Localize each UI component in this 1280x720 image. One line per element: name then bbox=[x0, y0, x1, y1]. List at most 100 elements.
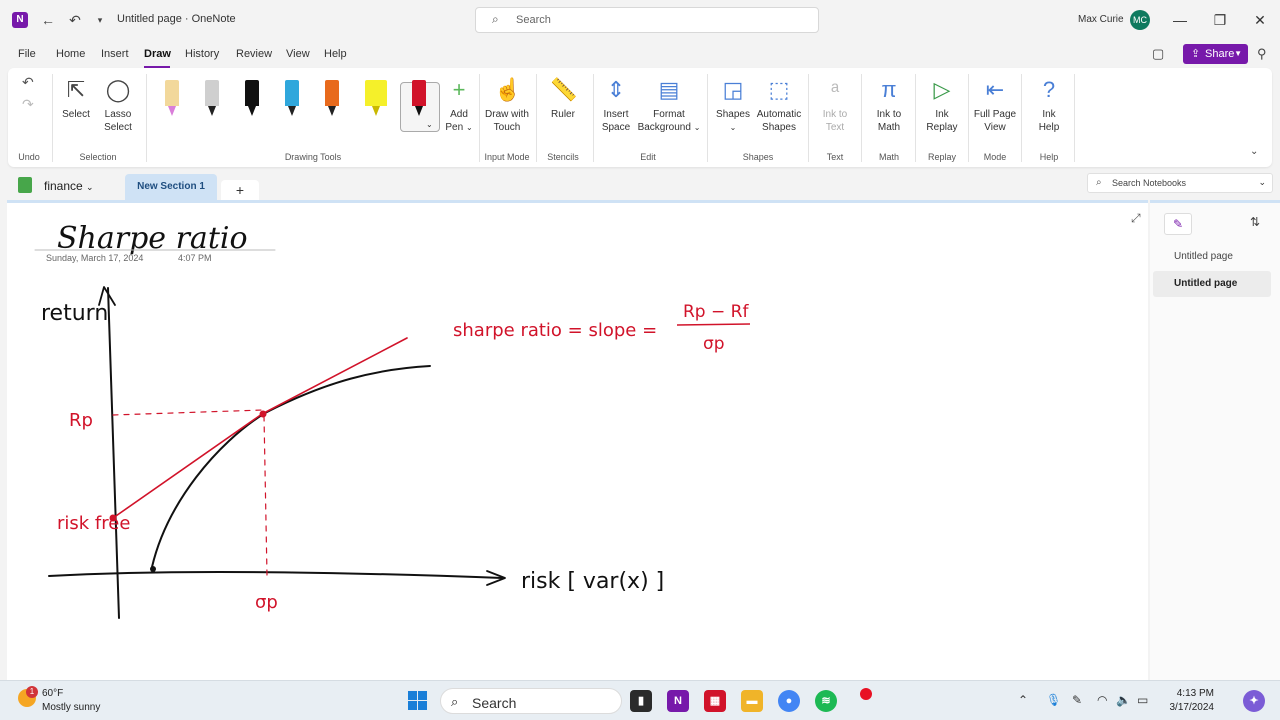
format-bg-label: Format bbox=[653, 109, 685, 120]
ink-drawing[interactable]: Sharpe ratio return risk [ var(x) ] Rp r… bbox=[7, 203, 1148, 680]
clock-time[interactable]: 4:13 PM bbox=[1174, 688, 1214, 699]
menu-history[interactable]: History bbox=[185, 48, 219, 60]
menu-draw[interactable]: Draw bbox=[144, 48, 171, 60]
menu-view[interactable]: View bbox=[286, 48, 310, 60]
weather-temp[interactable]: 60°F bbox=[42, 688, 63, 699]
pen-red-selected[interactable] bbox=[412, 80, 426, 120]
undo-icon[interactable]: ↶ bbox=[65, 10, 85, 30]
divider bbox=[146, 74, 147, 162]
pen-orange[interactable] bbox=[325, 80, 339, 120]
chrome-icon[interactable]: ● bbox=[778, 690, 800, 712]
expand-icon[interactable]: ⤢ bbox=[1131, 211, 1141, 226]
onenote-taskbar-icon[interactable]: N bbox=[667, 690, 689, 712]
ink-to-text-button[interactable]: ᵃ Ink to Text bbox=[814, 76, 856, 134]
add-section-button[interactable]: + bbox=[221, 180, 259, 200]
page-list-item-selected[interactable]: Untitled page bbox=[1153, 271, 1271, 297]
share-button[interactable]: ⇪ Share ▼ bbox=[1183, 44, 1248, 64]
help-icon: ? bbox=[1042, 77, 1056, 102]
lasso-select-button[interactable]: ◯ Lasso Select bbox=[98, 76, 138, 134]
clock-date[interactable]: 3/17/2024 bbox=[1160, 702, 1215, 713]
search-icon: ⌕ bbox=[451, 694, 459, 709]
redo-icon[interactable]: ↷ bbox=[22, 96, 34, 113]
collapse-ribbon-icon[interactable]: ⌄ bbox=[1250, 146, 1258, 157]
x-axis-label: risk [ var(x) ] bbox=[521, 569, 664, 594]
user-name[interactable]: Max Curie bbox=[1078, 14, 1124, 25]
pen-tip bbox=[288, 106, 296, 116]
volume-icon[interactable]: 🔈 bbox=[1116, 693, 1131, 707]
formula-numerator: Rp − Rf bbox=[683, 302, 749, 322]
minimize-button[interactable]: — bbox=[1168, 8, 1192, 32]
menu-review[interactable]: Review bbox=[236, 48, 272, 60]
close-button[interactable]: ✕ bbox=[1248, 8, 1272, 32]
menu-home[interactable]: Home bbox=[56, 48, 85, 60]
add-pen-button[interactable]: + Add Pen ⌄ bbox=[440, 76, 478, 134]
undo-icon[interactable]: ↶ bbox=[22, 74, 34, 91]
add-page-button[interactable]: ✎ bbox=[1164, 213, 1192, 235]
file-explorer-icon[interactable]: ▬ bbox=[741, 690, 763, 712]
restore-button[interactable]: ❐ bbox=[1208, 8, 1232, 32]
format-background-button[interactable]: ▤ Format Background ⌄ bbox=[636, 76, 702, 134]
menu-bar: File Home Insert Draw History Review Vie… bbox=[0, 40, 1280, 68]
onenote-app-icon: N bbox=[12, 12, 28, 28]
pen-icon[interactable]: ✎ bbox=[1072, 693, 1082, 707]
y-axis-label: return bbox=[41, 301, 108, 326]
chevron-down-icon: ⌄ bbox=[465, 123, 473, 132]
weather-desc[interactable]: Mostly sunny bbox=[42, 702, 100, 713]
pen-blue[interactable] bbox=[285, 80, 299, 120]
app-taskbar-icon[interactable]: ▦ bbox=[704, 690, 726, 712]
task-view-icon[interactable]: ▮ bbox=[630, 690, 652, 712]
chevron-up-icon[interactable]: ⌃ bbox=[1018, 693, 1028, 707]
fraction-bar bbox=[676, 323, 751, 326]
chevron-down-icon[interactable]: ⌄ bbox=[426, 120, 433, 129]
pen-black[interactable] bbox=[245, 80, 259, 120]
tab-new-section-1[interactable]: New Section 1 bbox=[125, 174, 217, 200]
ink-replay-button[interactable]: ▷ Ink Replay bbox=[920, 76, 964, 134]
search-placeholder: Search bbox=[516, 14, 551, 26]
start-button[interactable] bbox=[408, 691, 428, 711]
insert-space-button[interactable]: ⇕ Insert Space bbox=[598, 76, 634, 134]
wifi-icon[interactable]: ◠ bbox=[1097, 693, 1107, 707]
shapes-button[interactable]: ◲ Shapes ⌄ bbox=[714, 76, 752, 134]
pi-math-icon: π bbox=[881, 77, 897, 102]
pen-pencil-gray[interactable] bbox=[205, 80, 219, 120]
select-button[interactable]: ⇱ Select bbox=[58, 76, 94, 121]
sort-icon[interactable]: ⇅ bbox=[1250, 215, 1260, 229]
microphone-icon[interactable]: 🎙 bbox=[1046, 693, 1061, 707]
search-input[interactable]: ⌕ Search bbox=[475, 7, 819, 33]
page-time: 4:07 PM bbox=[178, 253, 212, 263]
copilot-icon[interactable]: ✦ bbox=[1243, 690, 1265, 712]
pen-tip bbox=[415, 106, 423, 116]
draw-with-touch-button[interactable]: ☝ Draw with Touch bbox=[482, 76, 532, 134]
windows-logo-tile bbox=[418, 691, 427, 700]
taskbar-search[interactable]: ⌕ Search bbox=[440, 688, 622, 714]
ink-text-label: Ink to bbox=[822, 109, 848, 120]
automatic-shapes-button[interactable]: ⬚ Automatic Shapes bbox=[754, 76, 804, 134]
share-icon: ⇪ bbox=[1191, 48, 1201, 60]
menu-help[interactable]: Help bbox=[324, 48, 347, 60]
divider bbox=[915, 74, 916, 162]
ruler-button[interactable]: 📏 Ruler bbox=[544, 76, 582, 121]
group-label-text: Text bbox=[826, 152, 844, 162]
sticky-notes-icon[interactable]: ▢ bbox=[1152, 46, 1164, 62]
back-icon[interactable]: ← bbox=[38, 10, 58, 30]
ink-to-math-button[interactable]: π Ink to Math bbox=[868, 76, 910, 134]
feedback-icon[interactable]: ⚲ bbox=[1257, 46, 1267, 62]
notebook-selector[interactable]: finance ⌄ bbox=[44, 179, 94, 193]
group-label-undo: Undo bbox=[18, 152, 40, 162]
page-list-panel: ✎ ⇅ Untitled page Untitled page bbox=[1150, 200, 1280, 680]
recording-icon[interactable] bbox=[860, 688, 872, 700]
page-canvas[interactable]: Sharpe ratio return risk [ var(x) ] Rp r… bbox=[7, 200, 1148, 680]
ink-replay-label: Ink bbox=[935, 109, 949, 120]
quick-access-dropdown-icon[interactable]: ▾ bbox=[90, 10, 110, 30]
spotify-icon[interactable]: ≋ bbox=[815, 690, 837, 712]
battery-icon[interactable]: ▭ bbox=[1137, 693, 1148, 707]
pen-highlighter-pastel[interactable] bbox=[165, 80, 179, 120]
menu-insert[interactable]: Insert bbox=[101, 48, 129, 60]
ink-help-button[interactable]: ? Ink Help bbox=[1028, 76, 1070, 134]
page-list-item[interactable]: Untitled page bbox=[1153, 244, 1271, 270]
full-page-view-button[interactable]: ⇤ Full Page View bbox=[972, 76, 1018, 134]
avatar[interactable]: MC bbox=[1130, 10, 1150, 30]
highlighter-yellow[interactable] bbox=[365, 80, 387, 120]
search-notebooks-input[interactable]: ⌕ Search Notebooks ⌄ bbox=[1087, 173, 1273, 193]
menu-file[interactable]: File bbox=[18, 48, 36, 60]
